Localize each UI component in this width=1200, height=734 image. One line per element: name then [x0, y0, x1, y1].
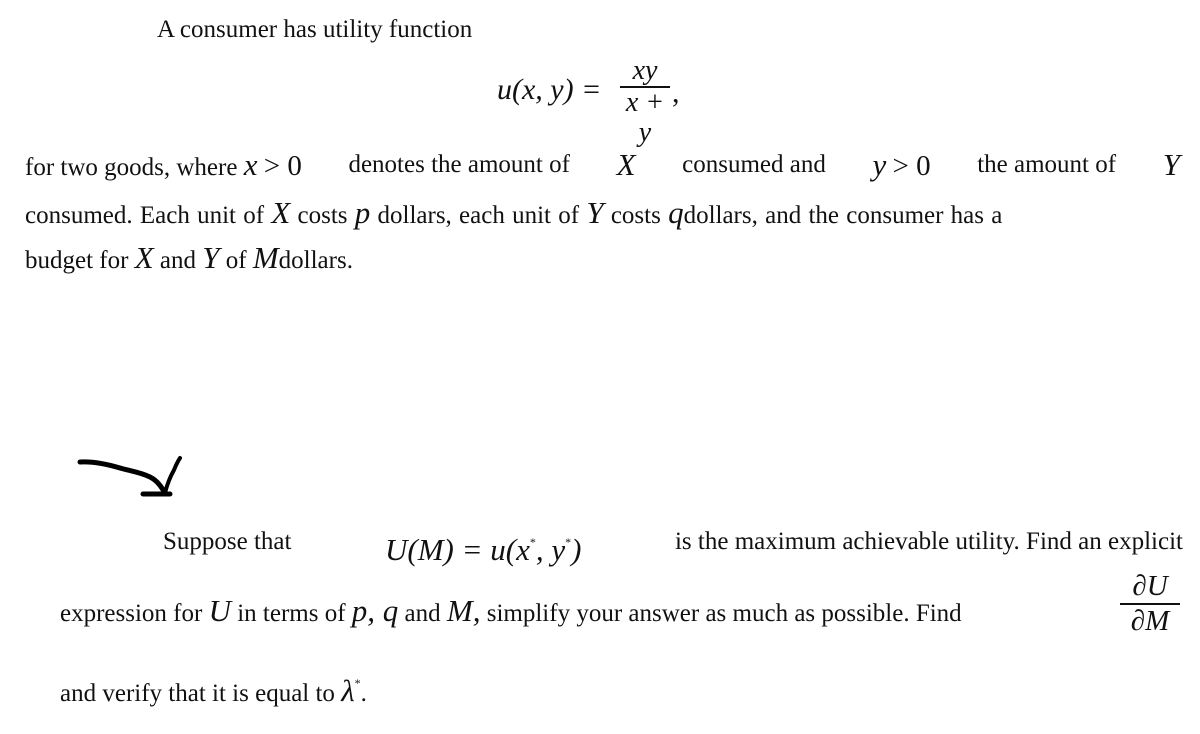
p1l3-math-Y: Y	[202, 240, 220, 275]
p1l3-math-X: X	[134, 240, 154, 275]
formula-numerator: xy	[632, 55, 658, 86]
p2l2-math-pq: p, q	[351, 593, 399, 628]
p1l2-math-p: p	[354, 195, 371, 230]
p1l2-math-q: q	[668, 195, 684, 230]
p2l3-text2: .	[360, 680, 367, 707]
p1l3-text1: budget for	[25, 247, 129, 274]
p2l2-text2: in terms of	[237, 600, 346, 627]
formula-lhs: u(x, y) =	[497, 73, 602, 106]
p2l2-math-M: M,	[446, 593, 481, 628]
p1l2-math-X: X	[271, 195, 291, 230]
p2l2-text3: and	[404, 600, 441, 627]
p1l2-text3: dollars, each unit of	[377, 202, 580, 229]
paragraph2-line2: expression for U in terms of p, q and M,…	[60, 593, 962, 629]
p2l1-text1: Suppose that	[163, 528, 292, 555]
p1l2-text4: costs	[610, 202, 661, 229]
p1l2-text1: consumed. Each unit of	[25, 202, 265, 229]
partial-denominator: ∂M	[1130, 605, 1170, 637]
paragraph1-line3: budget for X and Y of Mdollars.	[25, 240, 353, 276]
utility-formula-fraction: xy x + y	[620, 56, 670, 148]
p1l3-text3: of	[225, 247, 247, 274]
p2l3-math-lambda: λ*	[341, 673, 361, 708]
paragraph1-line1: for two goods, where x > 0 denotes the a…	[25, 147, 1180, 183]
hand-drawn-arrow-icon	[77, 456, 182, 497]
p1l1-text2: denotes the amount of	[348, 151, 570, 178]
formula-trail: ,	[672, 76, 680, 109]
paragraph2-line3: and verify that it is equal to λ*.	[60, 668, 367, 709]
p1l1-text1: for two goods, where x > 0	[25, 147, 302, 182]
p2l3-text1: and verify that it is equal to	[60, 680, 335, 707]
p1l2-math-Y: Y	[586, 195, 604, 230]
p1l3-math-M: M	[252, 240, 279, 275]
partial-numerator: ∂U	[1132, 570, 1168, 602]
p1l1-text3: consumed and	[682, 151, 826, 178]
paragraph2-line1: Suppose that U(M) = u(x*, y*) is the max…	[163, 527, 1183, 565]
p1l2-text2: costs	[297, 202, 348, 229]
p1l1-text4: the amount of	[977, 151, 1117, 178]
p1l1-math-X: X	[616, 147, 636, 182]
p1l1-math-Y: Y	[1162, 147, 1180, 182]
p1l1-math-y: y > 0	[872, 147, 931, 182]
partial-derivative-fraction: ∂U ∂M	[1120, 570, 1180, 638]
utility-formula-lhs: u(x, y) =	[497, 75, 601, 105]
p2l2-text1: expression for	[60, 600, 203, 627]
formula-denominator: x + y	[625, 87, 665, 148]
p2l1-math-UM: U(M) = u(x*, y*)	[385, 532, 582, 567]
p2l1-text2: is the maximum achievable utility. Find …	[674, 528, 1183, 555]
paragraph1-line2: consumed. Each unit of X costs p dollars…	[25, 195, 1003, 231]
p1l3-text4: dollars.	[278, 247, 353, 274]
p2l2-text4: simplify your answer as much as possible…	[486, 600, 962, 627]
intro-text: A consumer has utility function	[157, 16, 473, 43]
p2l2-math-U: U	[208, 593, 231, 628]
p1l3-text2: and	[159, 247, 196, 274]
p1l2-text5: dollars, and the consumer has a	[683, 202, 1003, 229]
